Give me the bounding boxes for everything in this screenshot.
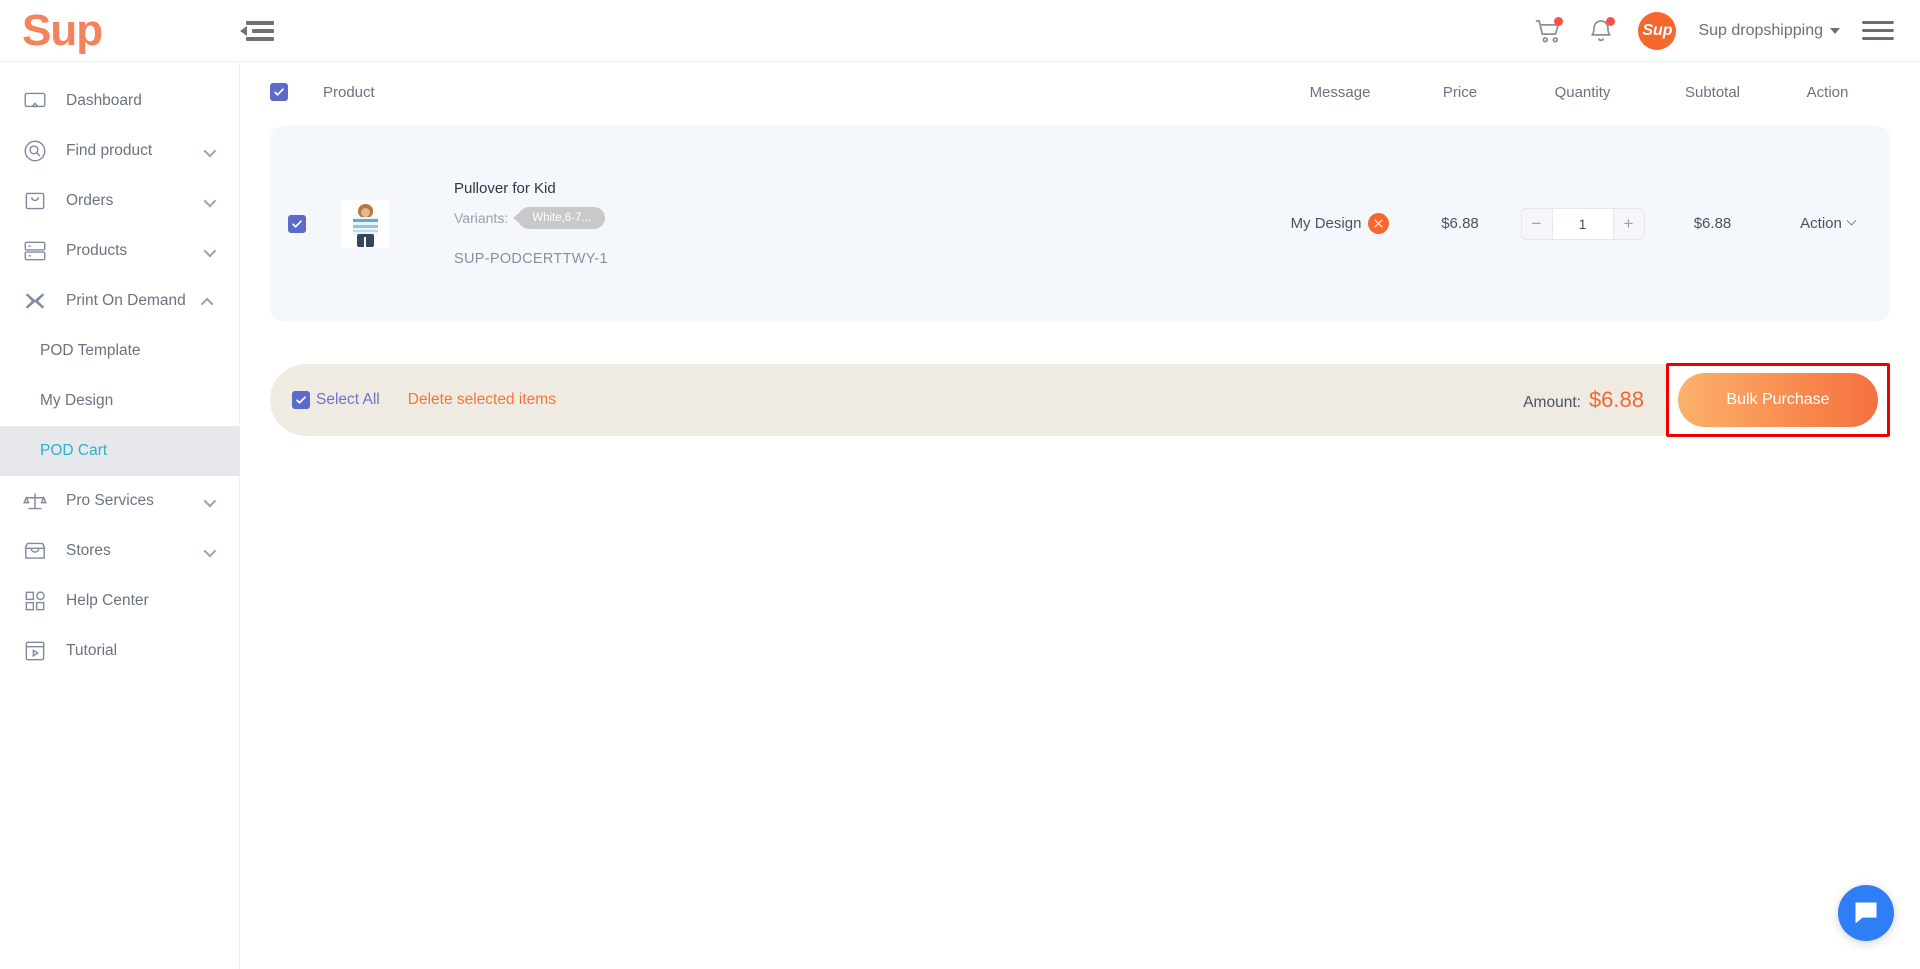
search-icon <box>22 138 48 164</box>
product-thumbnail[interactable] <box>341 199 389 248</box>
row-subtotal: $6.88 <box>1693 215 1732 232</box>
dashboard-icon <box>22 88 48 114</box>
chevron-up-icon <box>200 297 214 311</box>
collapse-arrow-icon <box>240 25 247 36</box>
sidebar: Dashboard Find product Orders Products P… <box>0 62 240 969</box>
select-all-checkbox[interactable] <box>292 391 310 409</box>
sidebar-label: Pro Services <box>66 492 154 509</box>
variant-tag[interactable]: White,6-7... <box>513 207 606 229</box>
cart-icon[interactable] <box>1534 16 1564 46</box>
chevron-down-icon <box>203 144 217 158</box>
amount-label: Amount: <box>1523 394 1581 411</box>
video-icon <box>22 638 48 664</box>
sidebar-label: Tutorial <box>66 642 118 659</box>
boxes-icon <box>22 238 48 264</box>
cart-table-header: Product Message Price Quantity Subtotal … <box>240 62 1920 122</box>
sidebar-item-find-product[interactable]: Find product <box>0 126 239 176</box>
scales-icon <box>22 488 48 514</box>
design-icon <box>22 288 48 314</box>
sidebar-sub-label: My Design <box>40 392 114 409</box>
sidebar-item-tutorial[interactable]: Tutorial <box>0 626 239 676</box>
product-info: Pullover for Kid Variants: White,6-7... … <box>454 180 608 267</box>
header-actions: Sup Sup dropshipping <box>1534 11 1920 50</box>
column-header-subtotal: Subtotal <box>1684 83 1741 101</box>
cart-footer-bar: Select All Delete selected items Amount:… <box>270 363 1890 437</box>
sidebar-label: Print On Demand <box>66 292 186 309</box>
chevron-down-icon <box>203 244 217 258</box>
sidebar-collapse-button[interactable] <box>240 18 274 44</box>
column-header-message: Message <box>1309 83 1371 101</box>
select-all-header-checkbox[interactable] <box>270 83 288 101</box>
chevron-down-icon <box>1846 215 1857 226</box>
sidebar-item-orders[interactable]: Orders <box>0 176 239 226</box>
sidebar-label: Find product <box>66 142 153 159</box>
sidebar-label: Orders <box>66 192 114 209</box>
column-header-quantity: Quantity <box>1554 83 1611 101</box>
avatar[interactable]: Sup <box>1638 11 1677 50</box>
quantity-stepper[interactable]: − + <box>1520 207 1645 240</box>
select-all-label[interactable]: Select All <box>316 391 380 409</box>
design-badge-icon[interactable] <box>1368 213 1390 234</box>
account-menu[interactable]: Sup dropshipping <box>1698 22 1840 40</box>
bag-icon <box>22 188 48 214</box>
store-icon <box>22 538 48 564</box>
sidebar-item-dashboard[interactable]: Dashboard <box>0 76 239 126</box>
sidebar-sub-label: POD Template <box>40 342 141 359</box>
app-logo[interactable]: Sup <box>0 8 240 53</box>
main-content: Product Message Price Quantity Subtotal … <box>240 62 1920 969</box>
column-header-product: Product <box>323 83 375 101</box>
row-values: My Design $6.88 − + $6.88 Action <box>1275 207 1880 240</box>
quantity-input[interactable] <box>1551 208 1614 239</box>
sidebar-label: Dashboard <box>66 92 142 109</box>
row-price: $6.88 <box>1441 215 1479 232</box>
bulk-purchase-button[interactable]: Bulk Purchase <box>1678 373 1878 427</box>
sidebar-label: Help Center <box>66 592 149 609</box>
row-message-label: My Design <box>1290 215 1362 232</box>
quantity-increase-button[interactable]: + <box>1614 209 1644 239</box>
row-action-dropdown[interactable]: Action <box>1775 215 1880 232</box>
bell-badge-dot <box>1606 16 1616 26</box>
row-message: My Design <box>1275 213 1405 234</box>
top-header: Sup Sup Sup dropshipping <box>0 0 1920 62</box>
product-sku: SUP-PODCERTTWY-1 <box>454 251 608 267</box>
amount-value: $6.88 <box>1588 387 1644 412</box>
product-variants: Variants: White,6-7... <box>454 207 608 229</box>
chat-bubble-icon[interactable] <box>1838 885 1894 941</box>
sidebar-item-pro-services[interactable]: Pro Services <box>0 476 239 526</box>
hamburger-menu-icon[interactable] <box>1862 21 1894 40</box>
chevron-down-icon <box>203 494 217 508</box>
sidebar-item-products[interactable]: Products <box>0 226 239 276</box>
column-header-action: Action <box>1806 83 1849 101</box>
chevron-down-icon <box>1830 27 1840 34</box>
sidebar-item-print-on-demand[interactable]: Print On Demand <box>0 276 239 326</box>
delete-selected-items-button[interactable]: Delete selected items <box>408 391 556 409</box>
sidebar-item-pod-cart[interactable]: POD Cart <box>0 426 240 476</box>
bell-icon[interactable] <box>1586 16 1616 46</box>
row-quantity: − + <box>1515 207 1650 240</box>
cart-badge-dot <box>1554 16 1564 26</box>
row-product-cell: Pullover for Kid Variants: White,6-7... … <box>270 180 608 267</box>
account-name-label: Sup dropshipping <box>1698 21 1823 39</box>
sidebar-item-pod-template[interactable]: POD Template <box>0 326 239 376</box>
sidebar-item-stores[interactable]: Stores <box>0 526 239 576</box>
column-header-price: Price <box>1442 83 1478 101</box>
amount-summary: Amount: $6.88 <box>1523 387 1666 413</box>
grid-icon <box>22 588 48 614</box>
sidebar-label: Stores <box>66 542 111 559</box>
chevron-down-icon <box>203 544 217 558</box>
quantity-decrease-button[interactable]: − <box>1522 209 1552 239</box>
table-row: Pullover for Kid Variants: White,6-7... … <box>270 126 1890 321</box>
chevron-down-icon <box>203 194 217 208</box>
sidebar-label: Products <box>66 242 128 259</box>
bulk-purchase-highlight: Bulk Purchase <box>1666 363 1890 437</box>
sidebar-item-my-design[interactable]: My Design <box>0 376 239 426</box>
variants-label: Variants: <box>454 210 509 226</box>
row-checkbox[interactable] <box>288 214 306 233</box>
sidebar-sub-label: POD Cart <box>40 442 108 459</box>
row-action-label: Action <box>1800 215 1842 232</box>
sidebar-item-help-center[interactable]: Help Center <box>0 576 239 626</box>
product-name: Pullover for Kid <box>454 180 556 197</box>
